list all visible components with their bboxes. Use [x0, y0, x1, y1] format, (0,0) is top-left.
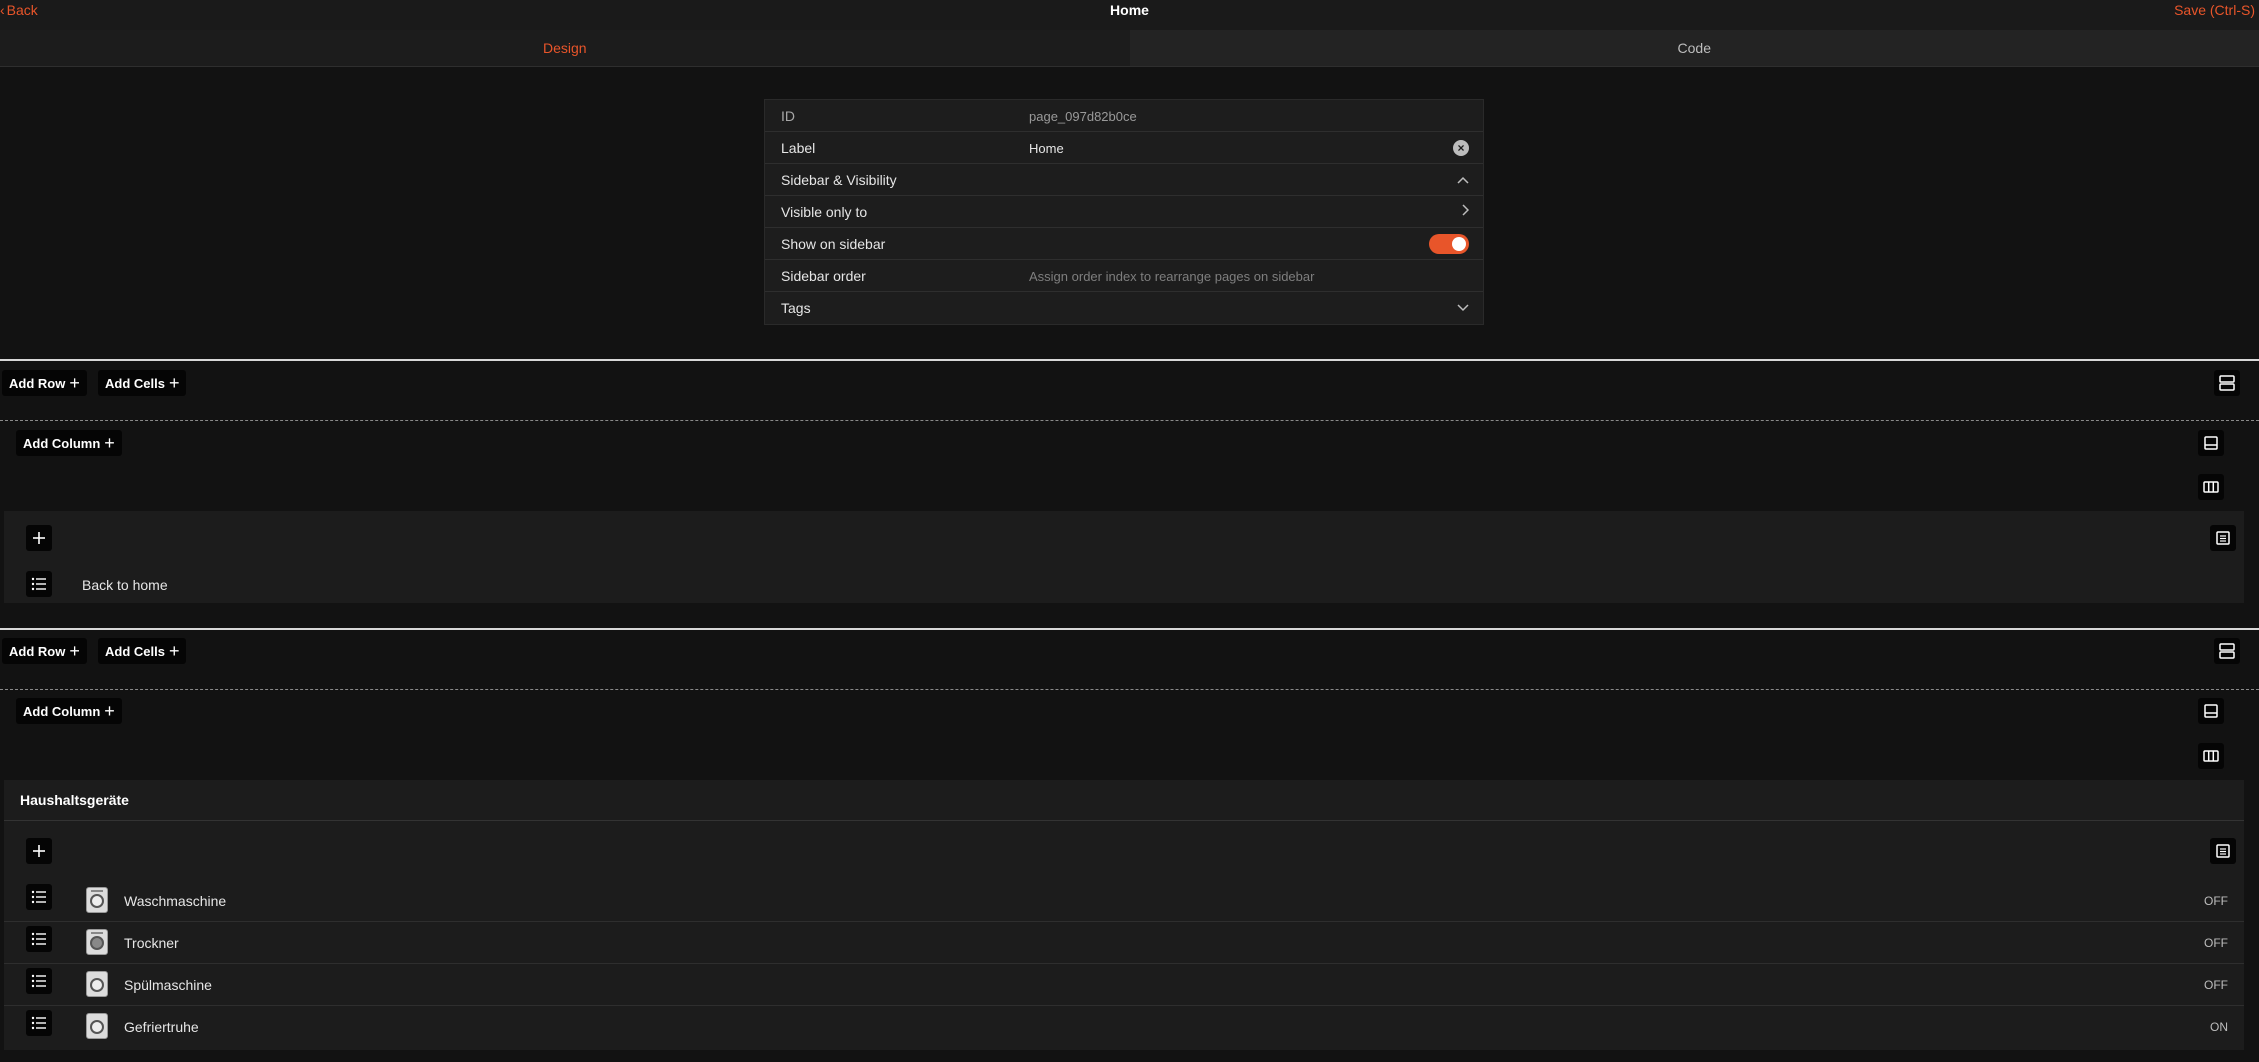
entity-state: OFF [2204, 894, 2228, 908]
washing-machine-icon [86, 887, 108, 913]
card-settings-icon[interactable] [2210, 525, 2236, 551]
top-bar: ‹ Back Home Save (Ctrl-S) [0, 0, 2259, 30]
page-properties-panel: ID page_097d82b0ce Label Home × Sidebar … [764, 99, 1484, 325]
add-item-button[interactable] [26, 525, 52, 551]
entity-name: Gefriertruhe [124, 1019, 199, 1035]
plus-icon: + [104, 433, 115, 453]
show-on-sidebar-row: Show on sidebar [765, 228, 1483, 260]
entity-state: OFF [2204, 978, 2228, 992]
page-title: Home [1110, 2, 1149, 18]
plus-icon: + [168, 373, 180, 393]
sidebar-visibility-section[interactable]: Sidebar & Visibility [765, 164, 1483, 196]
column-layout-icon[interactable] [2198, 430, 2224, 456]
add-column-button[interactable]: Add Column + [16, 698, 122, 724]
list-icon[interactable] [26, 926, 52, 952]
entity-state: OFF [2204, 936, 2228, 950]
plus-icon: + [168, 641, 180, 661]
list-item[interactable]: Waschmaschine OFF [4, 880, 2244, 922]
add-row-label: Add Row [9, 375, 66, 391]
list-icon[interactable] [26, 884, 52, 910]
entity-name: Spülmaschine [124, 977, 212, 993]
add-row-button[interactable]: Add Row + [2, 370, 87, 396]
chevron-up-icon[interactable] [1457, 172, 1469, 187]
column-layout-icon[interactable] [2198, 698, 2224, 724]
save-button[interactable]: Save (Ctrl-S) [2174, 2, 2255, 18]
page-editor: ‹ Back Home Save (Ctrl-S) Design Code ID… [0, 0, 2259, 1062]
add-row-button[interactable]: Add Row + [2, 638, 87, 664]
tags-label: Tags [781, 300, 811, 316]
clear-icon[interactable]: × [1453, 140, 1469, 156]
plus-icon: + [104, 701, 115, 721]
id-value: page_097d82b0ce [1029, 109, 1137, 124]
sidebar-order-label: Sidebar order [781, 268, 866, 284]
visible-only-to-row[interactable]: Visible only to [765, 196, 1483, 228]
id-row: ID page_097d82b0ce [765, 100, 1483, 132]
add-column-label: Add Column [23, 435, 101, 451]
row-divider [0, 359, 2259, 361]
add-cells-button[interactable]: Add Cells + [98, 638, 187, 664]
chevron-right-icon [1461, 204, 1470, 219]
editor-tabs: Design Code [0, 30, 2259, 67]
column-divider [0, 420, 2259, 421]
cell-card: Back to home [4, 511, 2244, 603]
row-layout-icon[interactable] [2214, 370, 2240, 396]
add-cells-label: Add Cells [105, 375, 165, 391]
card-title: Haushaltsgeräte [20, 792, 129, 808]
column-divider [0, 689, 2259, 690]
card-title-divider [4, 820, 2244, 821]
back-to-home-item: Back to home [82, 577, 168, 593]
list-item[interactable]: Trockner OFF [4, 922, 2244, 964]
visible-only-to-label: Visible only to [781, 204, 868, 220]
add-column-button[interactable]: Add Column + [16, 430, 122, 456]
label-field[interactable]: Home [1029, 141, 1064, 156]
dryer-icon [86, 929, 108, 955]
sidebar-order-input[interactable]: Assign order index to rearrange pages on… [1029, 269, 1314, 284]
toggle-knob [1452, 237, 1466, 251]
label-row[interactable]: Label Home × [765, 132, 1483, 164]
add-item-button[interactable] [26, 838, 52, 864]
list-icon[interactable] [26, 968, 52, 994]
columns-icon[interactable] [2198, 743, 2224, 769]
card-settings-icon[interactable] [2210, 838, 2236, 864]
tab-design[interactable]: Design [0, 30, 1130, 66]
entity-name: Waschmaschine [124, 893, 227, 909]
freezer-icon [86, 1013, 108, 1039]
row-layout-icon[interactable] [2214, 638, 2240, 664]
columns-icon[interactable] [2198, 474, 2224, 500]
add-cells-button[interactable]: Add Cells + [98, 370, 187, 396]
list-item[interactable]: Gefriertruhe ON [4, 1006, 2244, 1048]
sidebar-visibility-label: Sidebar & Visibility [781, 172, 897, 188]
list-icon[interactable] [26, 571, 52, 597]
plus-icon: + [69, 373, 80, 393]
row-divider [0, 628, 2259, 630]
tags-row[interactable]: Tags [765, 292, 1483, 324]
id-key: ID [781, 108, 795, 124]
sidebar-order-row: Sidebar order Assign order index to rear… [765, 260, 1483, 292]
entities-card: Haushaltsgeräte Waschmaschine OFF Trockn… [4, 780, 2244, 1050]
dishwasher-icon [86, 971, 108, 997]
entity-name: Trockner [124, 935, 179, 951]
add-row-label: Add Row [9, 643, 66, 659]
show-on-sidebar-toggle[interactable] [1429, 234, 1469, 254]
plus-icon: + [69, 641, 80, 661]
entity-state: ON [2210, 1020, 2228, 1034]
list-icon[interactable] [26, 1010, 52, 1036]
show-on-sidebar-label: Show on sidebar [781, 236, 886, 252]
add-cells-label: Add Cells [105, 643, 165, 659]
tab-code[interactable]: Code [1129, 30, 2259, 66]
add-column-label: Add Column [23, 703, 101, 719]
chevron-down-icon[interactable] [1457, 300, 1469, 315]
label-key: Label [781, 140, 816, 156]
list-item[interactable]: Spülmaschine OFF [4, 964, 2244, 1006]
